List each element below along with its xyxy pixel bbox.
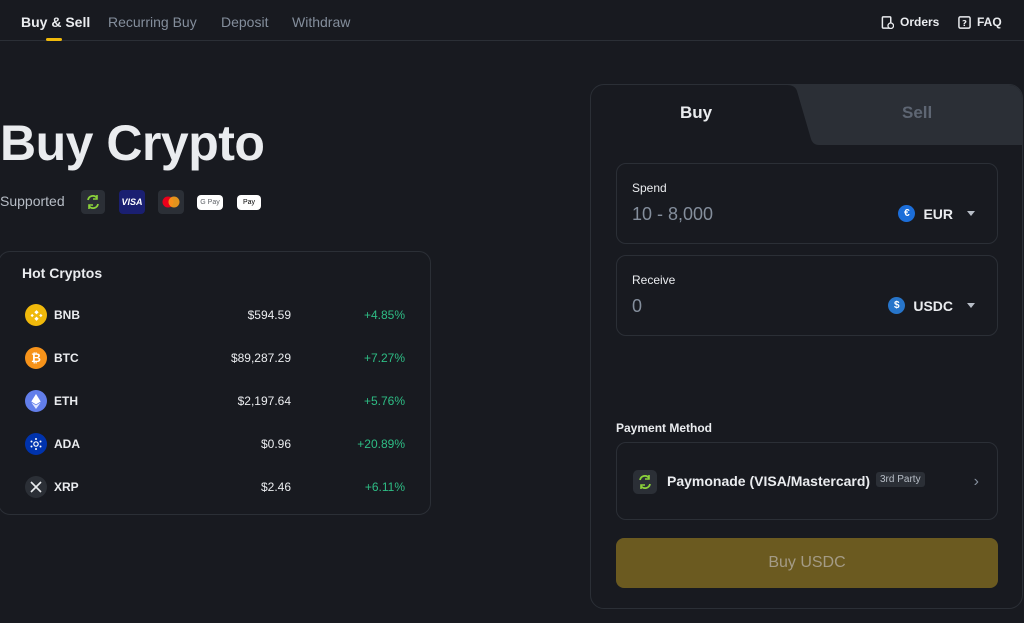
paymonade-icon bbox=[633, 470, 657, 494]
chevron-down-icon bbox=[967, 303, 975, 308]
coin-change: +5.76% bbox=[363, 394, 405, 408]
tab-buy-sell[interactable]: Buy & Sell bbox=[21, 14, 90, 30]
euro-icon: € bbox=[898, 205, 916, 222]
coin-symbol: ETH bbox=[54, 394, 78, 408]
chevron-down-icon bbox=[967, 211, 975, 216]
xrp-icon bbox=[25, 476, 47, 498]
receive-input[interactable]: 0 bbox=[632, 296, 642, 317]
coin-row-btc[interactable]: ₿ BTC $89,287.29 +7.27% bbox=[0, 343, 430, 373]
coin-symbol: BTC bbox=[54, 351, 79, 365]
google-pay-icon: G Pay bbox=[197, 195, 223, 210]
tab-withdraw[interactable]: Withdraw bbox=[292, 14, 350, 30]
page-title: Buy Crypto bbox=[0, 115, 265, 171]
spend-input[interactable]: 10 - 8,000 bbox=[632, 204, 713, 225]
coin-symbol: XRP bbox=[54, 480, 79, 494]
chevron-right-icon: › bbox=[973, 473, 979, 490]
faq-icon: ? bbox=[958, 15, 971, 29]
spend-label: Spend bbox=[632, 181, 667, 195]
spend-currency: EUR bbox=[923, 205, 953, 222]
orders-link[interactable]: Orders bbox=[881, 15, 939, 29]
coin-symbol: BNB bbox=[54, 308, 80, 322]
google-pay-text: G Pay bbox=[200, 199, 220, 206]
orders-label: Orders bbox=[900, 15, 940, 29]
apple-pay-text: Pay bbox=[242, 199, 256, 206]
eth-icon bbox=[25, 390, 47, 412]
bnb-icon bbox=[25, 304, 47, 326]
tab-shape bbox=[787, 85, 1022, 145]
faq-label: FAQ bbox=[977, 15, 1002, 29]
hot-cryptos-title: Hot Cryptos bbox=[22, 265, 103, 281]
coin-symbol: ADA bbox=[54, 437, 80, 451]
faq-link[interactable]: ? FAQ bbox=[958, 15, 1002, 29]
usdc-icon: $ bbox=[888, 297, 906, 314]
tab-deposit[interactable]: Deposit bbox=[221, 14, 268, 30]
payment-method-label: Payment Method bbox=[616, 421, 713, 435]
coin-price: $594.59 bbox=[247, 308, 291, 322]
coin-row-eth[interactable]: ETH $2,197.64 +5.76% bbox=[0, 386, 430, 416]
receive-currency-select[interactable]: $ USDC bbox=[888, 297, 975, 314]
supported-label: Supported bbox=[0, 193, 65, 209]
receive-currency: USDC bbox=[913, 297, 953, 314]
svg-text:?: ? bbox=[962, 17, 967, 27]
third-party-badge: 3rd Party bbox=[876, 472, 925, 487]
coin-change: +7.27% bbox=[363, 351, 405, 365]
coin-price: $2.46 bbox=[260, 480, 291, 494]
receive-field[interactable]: Receive 0 $ USDC bbox=[616, 255, 998, 336]
visa-text: VISA bbox=[121, 197, 143, 207]
spend-currency-select[interactable]: € EUR bbox=[898, 205, 975, 222]
sell-tab[interactable]: Sell bbox=[902, 103, 932, 123]
coin-row-xrp[interactable]: XRP $2.46 +6.11% bbox=[0, 472, 430, 502]
coin-change: +6.11% bbox=[364, 480, 405, 494]
top-nav: Buy & Sell Recurring Buy Deposit Withdra… bbox=[0, 0, 1024, 41]
receive-label: Receive bbox=[632, 273, 676, 287]
btc-icon: ₿ bbox=[25, 347, 47, 369]
payment-method-select[interactable]: Paymonade (VISA/Mastercard) 3rd Party › bbox=[616, 442, 998, 520]
hot-cryptos-card: Hot Cryptos BNB $594.59 +4.85% ₿ BTC $89… bbox=[0, 251, 431, 515]
paymonade-icon bbox=[81, 190, 105, 214]
ada-icon bbox=[25, 433, 47, 455]
coin-price: $2,197.64 bbox=[237, 394, 291, 408]
visa-icon: VISA bbox=[119, 190, 145, 214]
apple-pay-icon: Pay bbox=[237, 195, 261, 210]
buy-tab[interactable]: Buy bbox=[680, 103, 712, 123]
coin-row-ada[interactable]: ADA $0.96 +20.89% bbox=[0, 429, 430, 459]
buy-usdc-button[interactable]: Buy USDC bbox=[616, 538, 998, 588]
orders-icon bbox=[881, 15, 894, 29]
coin-change: +4.85% bbox=[363, 308, 405, 322]
active-tab-indicator bbox=[46, 38, 62, 41]
coin-row-bnb[interactable]: BNB $594.59 +4.85% bbox=[0, 300, 430, 330]
spend-field[interactable]: Spend 10 - 8,000 € EUR bbox=[616, 163, 998, 244]
mastercard-icon bbox=[158, 190, 184, 214]
payment-method-name: Paymonade (VISA/Mastercard) bbox=[667, 473, 871, 489]
tab-recurring-buy[interactable]: Recurring Buy bbox=[108, 14, 197, 30]
coin-price: $89,287.29 bbox=[230, 351, 291, 365]
coin-price: $0.96 bbox=[260, 437, 291, 451]
trade-panel: Buy Sell Spend 10 - 8,000 € EUR Receive … bbox=[590, 84, 1023, 609]
coin-change: +20.89% bbox=[357, 437, 405, 451]
